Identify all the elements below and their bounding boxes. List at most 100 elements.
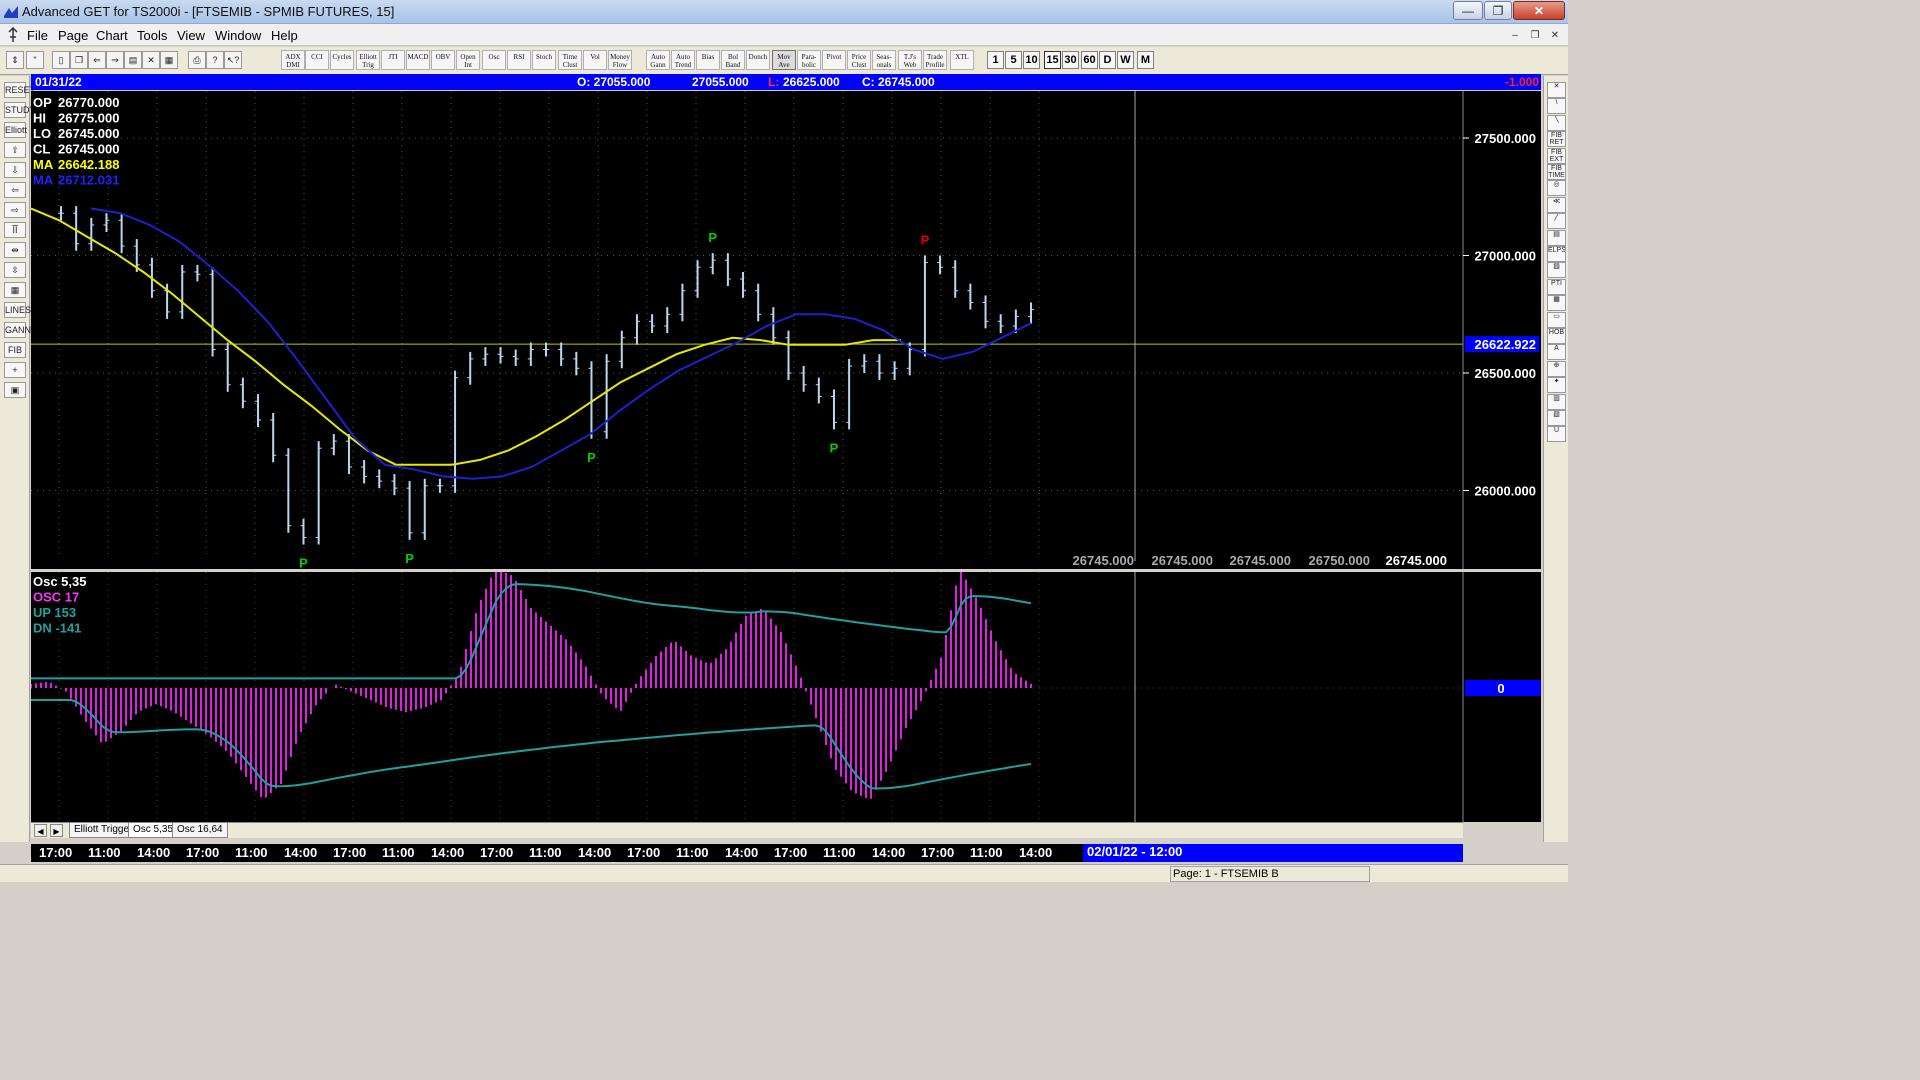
indicator-button-pivot[interactable]: Pivot <box>822 50 846 70</box>
left-tool-button[interactable]: ▣ <box>4 382 26 398</box>
left-tool-button[interactable]: ▦ <box>4 282 26 298</box>
right-tool-button[interactable]: ▤ <box>1547 229 1566 246</box>
menu-page[interactable]: Page <box>58 28 88 43</box>
indicator-button-seas-onals[interactable]: Seas-onals <box>872 50 896 70</box>
timeframe-button-60[interactable]: 60 <box>1081 51 1098 69</box>
mdi-close-button[interactable]: ✕ <box>1546 27 1564 43</box>
menu-help[interactable]: Help <box>271 28 298 43</box>
right-tool-button[interactable]: PTI <box>1547 278 1566 295</box>
maximize-button[interactable]: ❐ <box>1484 1 1512 20</box>
minimize-button[interactable]: — <box>1453 1 1483 20</box>
pointer-icon[interactable]: ⇕ <box>6 51 24 69</box>
indicator-button-obv[interactable]: OBV <box>431 50 455 70</box>
right-tool-button[interactable]: ╱ <box>1547 213 1566 230</box>
price-chart-svg[interactable]: P P P P P P 27500.000 27000.000 26500.000 26000.0… <box>30 91 1541 571</box>
close-button[interactable]: ✕ <box>1513 1 1565 20</box>
tab-prev-button[interactable]: ◀ <box>34 824 47 837</box>
price-chart-panel[interactable]: P P P P P P 27500.000 27000.000 26500.000 26000.0… <box>30 91 1541 571</box>
layout-icon[interactable]: ▤ <box>124 51 142 69</box>
indicator-button-elliott-trig[interactable]: Elliott Trig <box>356 50 380 70</box>
context-help-icon[interactable]: ↖? <box>224 51 242 69</box>
indicator-button-auto-trend[interactable]: Auto Trend <box>671 50 695 70</box>
right-tool-button[interactable]: FIB EXT <box>1547 147 1566 164</box>
tab-osc-16-64[interactable]: Osc 16,64 <box>172 823 228 838</box>
oscillator-panel[interactable]: 0 Osc 5,35 OSC 17 UP 153 DN -141 <box>30 568 1541 822</box>
indicator-button-bol-band[interactable]: Bol Band <box>721 50 745 70</box>
indicator-button-trade-profile[interactable]: Trade Profile <box>923 50 947 70</box>
right-tool-button[interactable]: ◎ <box>1547 180 1566 197</box>
indicator-button-vol[interactable]: Vol <box>583 50 607 70</box>
right-tool-button[interactable]: ▧ <box>1547 410 1566 426</box>
indicator-button-para-bolic[interactable]: Para-bolic <box>797 50 821 70</box>
left-tool-button[interactable]: ĨĨ <box>4 222 26 238</box>
menu-window[interactable]: Window <box>215 28 261 43</box>
left-tool-button[interactable]: ⇦ <box>4 182 26 198</box>
menu-view[interactable]: View <box>177 28 205 43</box>
left-tool-button[interactable]: ⇩ <box>4 162 26 178</box>
new-page-icon[interactable]: ▯ <box>52 51 70 69</box>
indicator-button-adx-dmi[interactable]: ADX DMI <box>281 50 305 70</box>
right-tool-button[interactable]: HOB <box>1547 328 1566 344</box>
left-tool-button[interactable]: ⇨ <box>4 202 26 218</box>
oscillator-svg[interactable]: 0 Osc 5,35OSC 17UP 153DN -141 <box>30 568 1541 822</box>
timeframe-button-15[interactable]: 15 <box>1044 51 1061 69</box>
mdi-minimize-button[interactable]: – <box>1506 27 1524 43</box>
timeframe-button-d[interactable]: D <box>1099 51 1116 69</box>
timeframe-button-w[interactable]: W <box>1117 51 1134 69</box>
indicator-button-jti[interactable]: JTI <box>381 50 405 70</box>
timeframe-button-1[interactable]: 1 <box>987 51 1004 69</box>
quote-icon[interactable]: " <box>26 51 44 69</box>
indicator-button-open-int[interactable]: Open Int <box>456 50 480 70</box>
indicator-button-mov-ave[interactable]: Mov Ave <box>772 50 796 70</box>
indicator-button-rsi[interactable]: RSI <box>507 50 531 70</box>
left-tool-button[interactable]: Elliott <box>4 122 27 138</box>
right-tool-button[interactable]: ELPS <box>1547 246 1566 262</box>
print-icon[interactable]: ⎙ <box>188 51 206 69</box>
right-tool-button[interactable]: A <box>1547 344 1566 361</box>
left-tool-button[interactable]: FIB <box>4 342 26 358</box>
right-tool-button[interactable]: ▥ <box>1547 393 1566 410</box>
help-icon[interactable]: ? <box>206 51 224 69</box>
scroll-right-icon[interactable]: ⇒ <box>106 51 124 69</box>
left-tool-button[interactable]: GANN <box>4 322 31 338</box>
right-tool-button[interactable]: U <box>1547 426 1566 443</box>
indicator-button-auto-gann[interactable]: Auto Gann <box>646 50 670 70</box>
indicator-button-t-j-s-web[interactable]: T.J's Web <box>898 50 922 70</box>
tab-osc-5-35[interactable]: Osc 5,35 <box>128 823 179 838</box>
timeframe-button-5[interactable]: 5 <box>1005 51 1022 69</box>
mdi-restore-button[interactable]: ❐ <box>1526 27 1544 43</box>
left-tool-button[interactable]: ⇳ <box>4 262 26 278</box>
indicator-button-macd[interactable]: MACD <box>406 50 430 70</box>
indicator-button-cycles[interactable]: Cycles <box>330 50 354 70</box>
right-tool-button[interactable]: \ <box>1547 98 1566 115</box>
timeframe-button-30[interactable]: 30 <box>1062 51 1079 69</box>
grid-icon[interactable]: ▦ <box>160 51 178 69</box>
copy-icon[interactable]: ❐ <box>70 51 88 69</box>
tab-next-button[interactable]: ▶ <box>50 824 63 837</box>
menu-file[interactable]: File <box>27 28 48 43</box>
scroll-left-icon[interactable]: ⇐ <box>88 51 106 69</box>
left-tool-button[interactable]: RESET <box>4 82 35 98</box>
right-tool-button[interactable]: ✦ <box>1547 377 1566 394</box>
indicator-button-stoch[interactable]: Stoch <box>532 50 556 70</box>
right-tool-button[interactable]: FIB TIME <box>1547 164 1566 180</box>
right-tool-button[interactable]: ⊕ <box>1547 360 1566 377</box>
indicator-button-money-flow[interactable]: Money Flow <box>608 50 632 70</box>
indicator-button-cci[interactable]: CCI <box>305 50 329 70</box>
right-tool-button[interactable]: ▨ <box>1547 262 1566 279</box>
right-tool-button[interactable]: ╲ <box>1547 114 1566 131</box>
timeframe-button-m[interactable]: M <box>1137 51 1154 69</box>
left-tool-button[interactable]: LINES <box>4 302 31 318</box>
document-icon[interactable] <box>6 27 20 43</box>
menu-chart[interactable]: Chart <box>96 28 128 43</box>
timeframe-button-10[interactable]: 10 <box>1023 51 1040 69</box>
indicator-button-bias[interactable]: Bias <box>696 50 720 70</box>
indicator-button-donch[interactable]: Donch <box>746 50 770 70</box>
left-tool-button[interactable]: STUDY <box>4 102 36 118</box>
indicator-button-xtl[interactable]: XTL <box>950 50 974 70</box>
indicator-button-price-clust[interactable]: Price Clust <box>847 50 871 70</box>
left-tool-button[interactable]: ⇧ <box>4 142 26 158</box>
delete-icon[interactable]: ✕ <box>142 51 160 69</box>
right-tool-button[interactable]: ✕ <box>1547 82 1566 98</box>
right-tool-button[interactable]: FIB RET <box>1547 131 1566 148</box>
